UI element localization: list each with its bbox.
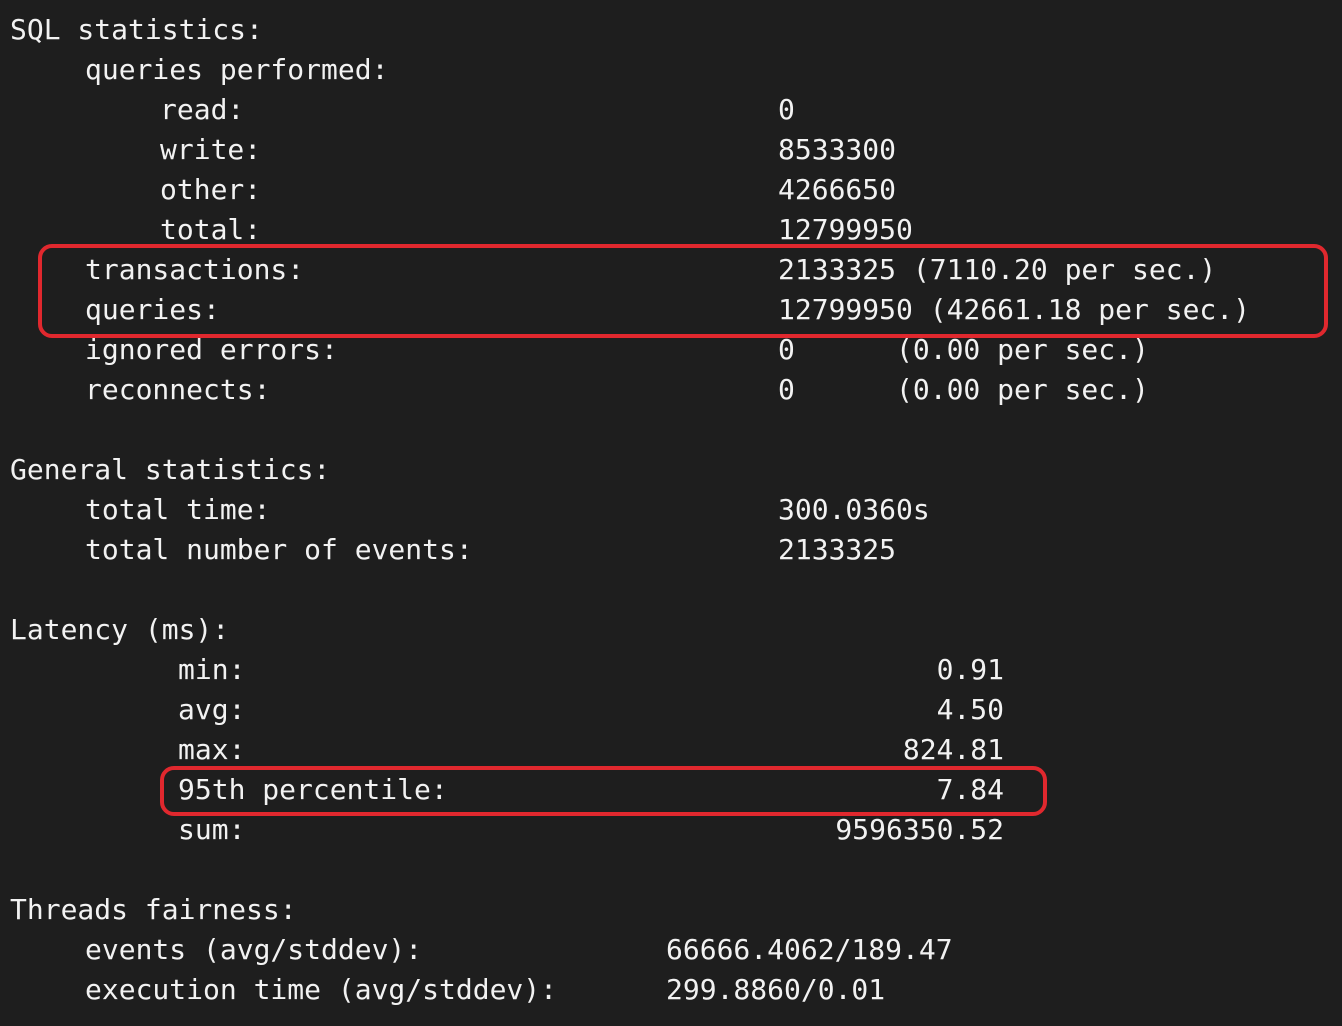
queries-performed-label: queries performed: <box>85 53 389 86</box>
other-label: other: <box>160 173 262 206</box>
latency-sum-value: 9596350.52 <box>835 813 1004 846</box>
sql-statistics-header: SQL statistics: <box>10 13 263 46</box>
total-events-label: total number of events: <box>85 533 473 566</box>
latency-min-value: 0.91 <box>936 653 1004 686</box>
total-events-value: 2133325 <box>778 533 897 566</box>
reconnects-label: reconnects: <box>85 373 271 406</box>
write-label: write: <box>160 133 262 166</box>
thread-events-value: 66666.4062/189.47 <box>666 933 953 966</box>
reconnects-value: 0 (0.00 per sec.) <box>778 373 1149 406</box>
terminal-output: SQL statistics: queries performed: read:… <box>0 0 1342 1026</box>
write-value: 8533300 <box>778 133 897 166</box>
total-time-label: total time: <box>85 493 271 526</box>
general-statistics-header: General statistics: <box>10 453 331 486</box>
other-value: 4266650 <box>778 173 897 206</box>
latency-sum-label: sum: <box>178 813 246 846</box>
latency-min-label: min: <box>178 653 246 686</box>
threads-fairness-header: Threads fairness: <box>10 893 297 926</box>
total-time-value: 300.0360s <box>778 493 930 526</box>
read-value: 0 <box>778 93 795 126</box>
latency-avg-value: 4.50 <box>936 693 1004 726</box>
latency-avg-label: avg: <box>178 693 246 726</box>
latency-max-value: 824.81 <box>902 733 1004 766</box>
highlight-box-throughput <box>38 244 1328 338</box>
thread-exec-time-value: 299.8860/0.01 <box>666 973 886 1006</box>
read-label: read: <box>160 93 245 126</box>
thread-exec-time-label: execution time (avg/stddev): <box>85 973 558 1006</box>
thread-events-label: events (avg/stddev): <box>85 933 423 966</box>
highlight-box-p95 <box>160 766 1047 816</box>
latency-max-label: max: <box>178 733 246 766</box>
latency-header: Latency (ms): <box>10 613 230 646</box>
